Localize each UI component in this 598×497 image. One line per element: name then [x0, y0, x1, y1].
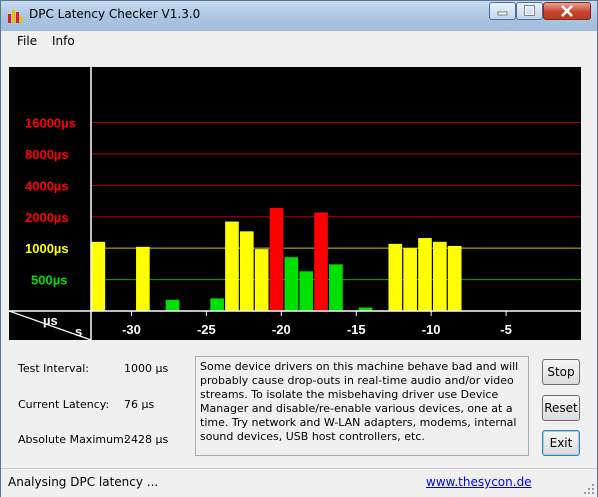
- maximize-icon: [524, 5, 535, 16]
- latency-bar: [388, 243, 403, 311]
- latency-bar: [136, 246, 150, 311]
- grid-label-red: 16000µs: [25, 116, 76, 131]
- absolute-maximum-label: Absolute Maximum:: [18, 433, 128, 446]
- menu-bar: File Info: [1, 31, 597, 53]
- latency-bar: [225, 221, 239, 311]
- title-bar[interactable]: DPC Latency Checker V1.3.0: [1, 1, 597, 31]
- grid-label-red: 4000µs: [25, 178, 69, 193]
- test-interval-value: 1000 µs: [124, 362, 169, 375]
- menu-file[interactable]: File: [17, 34, 37, 48]
- grid-label-red: 2000µs: [25, 210, 69, 225]
- x-tick-label: -30: [122, 322, 141, 337]
- resize-grip-icon[interactable]: [583, 483, 595, 495]
- absolute-maximum-value: 2428 µs: [124, 433, 169, 446]
- app-window: DPC Latency Checker V1.3.0 File Info 160…: [0, 0, 598, 497]
- latency-bar: [329, 264, 343, 311]
- latency-bar: [299, 271, 314, 311]
- close-icon: [561, 5, 573, 17]
- latency-bar: [284, 257, 299, 311]
- grid-label-green: 500µs: [31, 273, 67, 288]
- stop-button[interactable]: Stop: [542, 359, 580, 385]
- latency-bar: [91, 241, 106, 311]
- window-title: DPC Latency Checker V1.3.0: [29, 7, 201, 21]
- exit-button[interactable]: Exit: [542, 430, 580, 456]
- minimize-button[interactable]: [489, 2, 516, 20]
- menu-info[interactable]: Info: [52, 34, 75, 48]
- grid-label-red: 8000µs: [25, 147, 69, 162]
- x-tick-label: -5: [500, 322, 512, 337]
- current-latency-label: Current Latency:: [18, 398, 110, 411]
- reset-button[interactable]: Reset: [542, 395, 580, 421]
- grid-label-yellow: 1000µs: [25, 241, 69, 256]
- website-link[interactable]: www.thesycon.de: [426, 475, 532, 489]
- maximize-button[interactable]: [516, 2, 543, 20]
- bar-chart-icon: [8, 10, 22, 23]
- x-tick-label: -25: [197, 322, 216, 337]
- info-textbox[interactable]: Some device drivers on this machine beha…: [195, 356, 529, 456]
- latency-bar: [210, 298, 224, 311]
- latency-bar: [269, 207, 284, 311]
- latency-bar: [239, 231, 254, 311]
- y-unit-label: µs: [43, 313, 58, 328]
- x-unit-label: s: [75, 324, 82, 339]
- status-bar: Analysing DPC latency ... www.thesycon.d…: [1, 468, 597, 497]
- close-button[interactable]: [543, 2, 591, 20]
- x-tick-label: -20: [272, 322, 291, 337]
- latency-bar: [314, 212, 328, 311]
- x-tick-label: -10: [422, 322, 441, 337]
- x-tick-label: -15: [347, 322, 366, 337]
- latency-bar: [418, 238, 432, 311]
- latency-bar: [254, 249, 269, 311]
- latency-bar: [165, 299, 180, 311]
- current-latency-value: 76 µs: [124, 398, 155, 411]
- latency-bar: [433, 241, 447, 311]
- latency-bar: [447, 245, 462, 311]
- latency-chart: 16000µs 8000µs 4000µs 2000µs 1000µs 500µs µs s -…: [9, 67, 581, 340]
- status-text: Analysing DPC latency ...: [8, 475, 159, 489]
- test-interval-label: Test Interval:: [18, 362, 89, 375]
- minimize-icon: [497, 11, 508, 16]
- latency-bar: [403, 248, 417, 311]
